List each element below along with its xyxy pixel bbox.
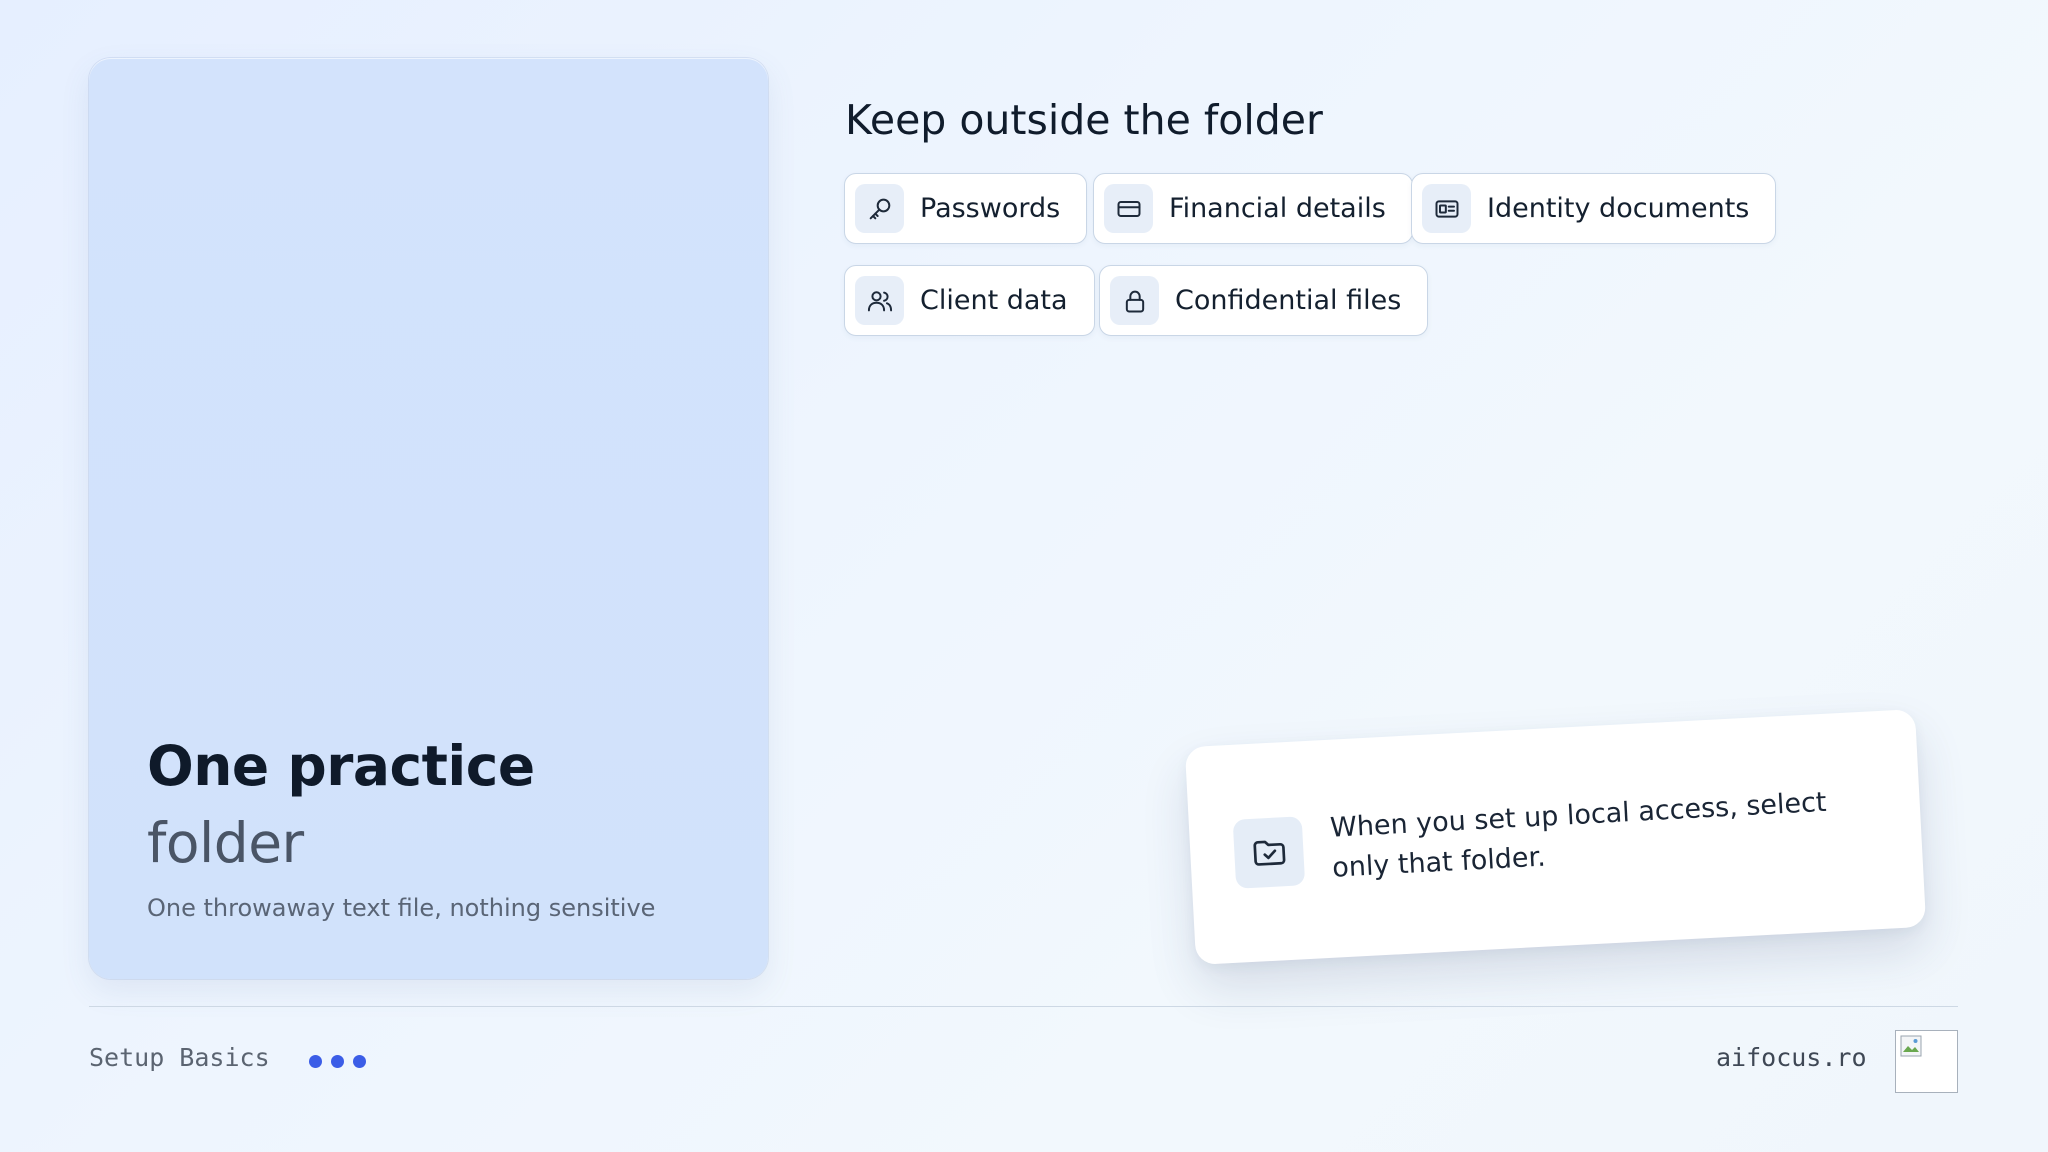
chip-label: Passwords [920,193,1061,224]
chip-identity-documents: Identity documents [1411,173,1777,244]
users-icon [855,276,904,325]
progress-dots [309,1055,366,1068]
card-title-primary: One practice [147,734,535,798]
progress-dot [309,1055,322,1068]
card-title-secondary: folder [147,811,304,875]
folder-check-icon [1232,815,1306,889]
footer-divider [89,1006,1958,1007]
logo-image [1895,1030,1958,1093]
card-subtitle: One throwaway text file, nothing sensiti… [147,894,656,922]
key-icon [855,184,904,233]
chip-passwords: Passwords [844,173,1088,244]
broken-image-icon [1900,1035,1922,1057]
footer-section-label: Setup Basics [89,1043,270,1072]
chip-client-data: Client data [844,265,1095,336]
folder-access-callout: When you set up local access, select onl… [1184,709,1927,965]
chip-label: Financial details [1169,193,1386,224]
section-heading: Keep outside the folder [845,96,1323,144]
credit-card-icon [1104,184,1153,233]
chip-financial-details: Financial details [1093,173,1413,244]
chip-label: Identity documents [1487,193,1750,224]
callout-text: When you set up local access, select onl… [1329,786,1828,884]
chip-label: Confidential files [1175,285,1402,316]
footer-site-label: aifocus.ro [1716,1043,1867,1072]
lock-icon [1110,276,1159,325]
practice-folder-card: One practice folder One throwaway text f… [89,58,768,979]
id-card-icon [1422,184,1471,233]
chip-label: Client data [920,285,1068,316]
progress-dot [331,1055,344,1068]
progress-dot [353,1055,366,1068]
chip-confidential-files: Confidential files [1099,265,1429,336]
